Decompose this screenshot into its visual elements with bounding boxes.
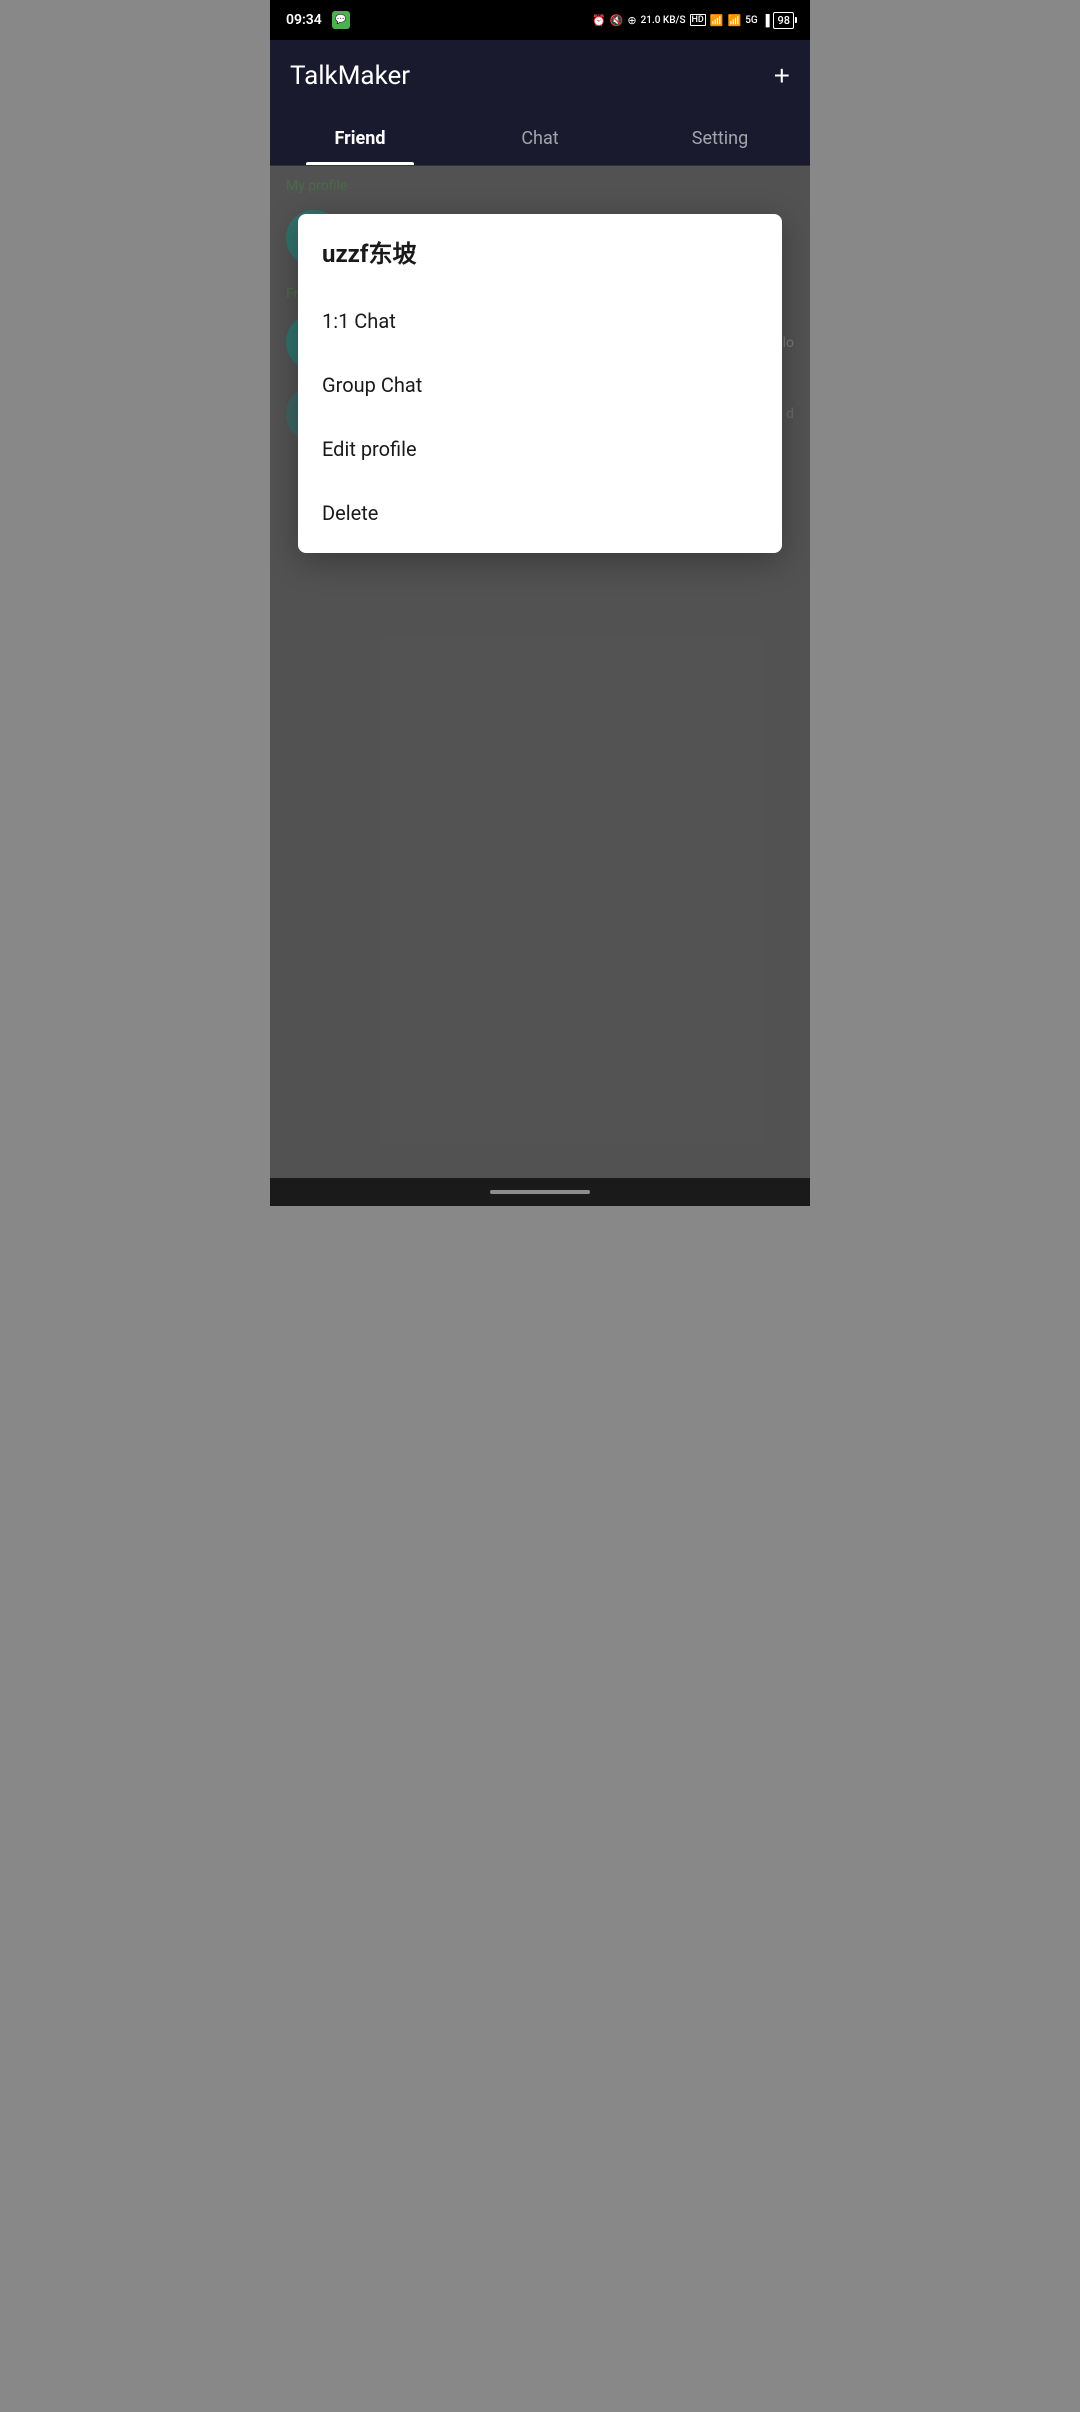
- status-bar: 09:34 💬 ⏰ 🔇 ⊕ 21.0 KB/S HD 📶 📶 5G ▐ 98: [270, 0, 810, 40]
- 5g-icon: 5G: [745, 15, 758, 26]
- context-menu-group-chat[interactable]: Group Chat: [322, 353, 758, 417]
- main-content: My profile Set as 'ME' in friends. (Edit…: [270, 166, 810, 1204]
- wifi-icon: 📶: [710, 14, 724, 27]
- status-icons: ⏰ 🔇 ⊕ 21.0 KB/S HD 📶 📶 5G ▐ 98: [592, 12, 794, 29]
- context-menu-one-on-one-chat[interactable]: 1:1 Chat: [322, 289, 758, 353]
- tab-friend[interactable]: Friend: [270, 112, 450, 165]
- context-menu-edit-profile[interactable]: Edit profile: [322, 417, 758, 481]
- context-menu: uzzf东坡 1:1 Chat Group Chat Edit profile …: [298, 214, 782, 553]
- tab-setting[interactable]: Setting: [630, 112, 810, 165]
- app-title: TalkMaker: [290, 61, 410, 91]
- battery-indicator: 98: [773, 12, 794, 29]
- tab-bar: Friend Chat Setting: [270, 112, 810, 166]
- mute-icon: 🔇: [610, 14, 624, 27]
- context-menu-username: uzzf东坡: [322, 234, 758, 269]
- network-speed: 21.0 KB/S: [641, 15, 686, 26]
- alarm-icon: ⏰: [592, 14, 606, 27]
- signal-5g-icon: ▐: [762, 14, 770, 27]
- add-button[interactable]: +: [774, 62, 790, 90]
- nav-indicator: [490, 1190, 590, 1194]
- tab-chat[interactable]: Chat: [450, 112, 630, 165]
- nav-bar: [270, 1178, 810, 1206]
- signal-icon: 📶: [727, 14, 741, 27]
- chat-notification-icon: 💬: [332, 11, 350, 29]
- app-bar: TalkMaker +: [270, 40, 810, 112]
- hd-icon: HD: [690, 14, 706, 26]
- status-time: 09:34: [286, 12, 322, 28]
- context-menu-delete[interactable]: Delete: [322, 481, 758, 545]
- bluetooth-icon: ⊕: [627, 14, 636, 27]
